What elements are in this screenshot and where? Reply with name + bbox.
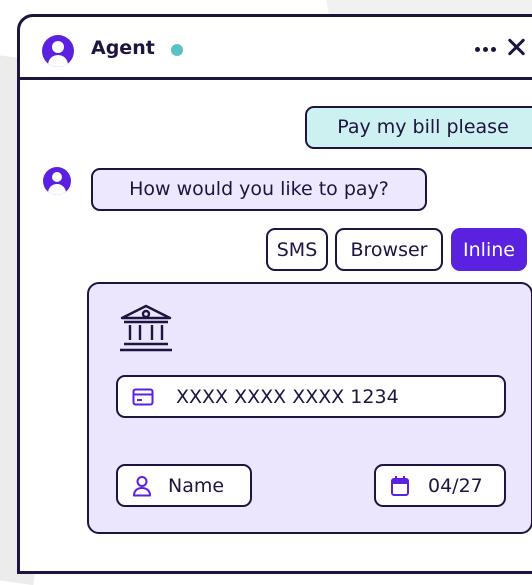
chat-title: Agent — [91, 37, 155, 59]
agent-message: How would you like to pay? — [91, 168, 427, 211]
bank-icon — [120, 304, 172, 352]
name-placeholder: Name — [168, 474, 225, 497]
chat-header: Agent — [20, 17, 532, 80]
option-inline-button[interactable]: Inline — [451, 228, 527, 271]
card-number-value: XXXX XXXX XXXX 1234 — [176, 385, 399, 408]
online-status-indicator — [171, 44, 183, 56]
calendar-icon — [391, 475, 409, 496]
more-horizontal-icon[interactable] — [475, 47, 497, 53]
option-browser-button[interactable]: Browser — [335, 228, 443, 271]
expiry-field[interactable]: 04/27 — [374, 464, 506, 507]
user-avatar-icon — [42, 35, 74, 67]
card-number-field[interactable]: XXXX XXXX XXXX 1234 — [116, 375, 506, 418]
chat-window: Agent Pay my bill please How would you l… — [17, 14, 532, 574]
inline-payment-card: XXXX XXXX XXXX 1234 Name 04/27 — [87, 282, 532, 534]
name-field[interactable]: Name — [116, 464, 252, 507]
agent-avatar-icon — [43, 167, 71, 195]
user-message: Pay my bill please — [305, 106, 532, 149]
close-icon[interactable] — [507, 38, 526, 56]
option-sms-button[interactable]: SMS — [266, 228, 328, 271]
expiry-value: 04/27 — [428, 474, 483, 497]
credit-card-icon — [132, 388, 154, 405]
person-icon — [133, 475, 151, 496]
